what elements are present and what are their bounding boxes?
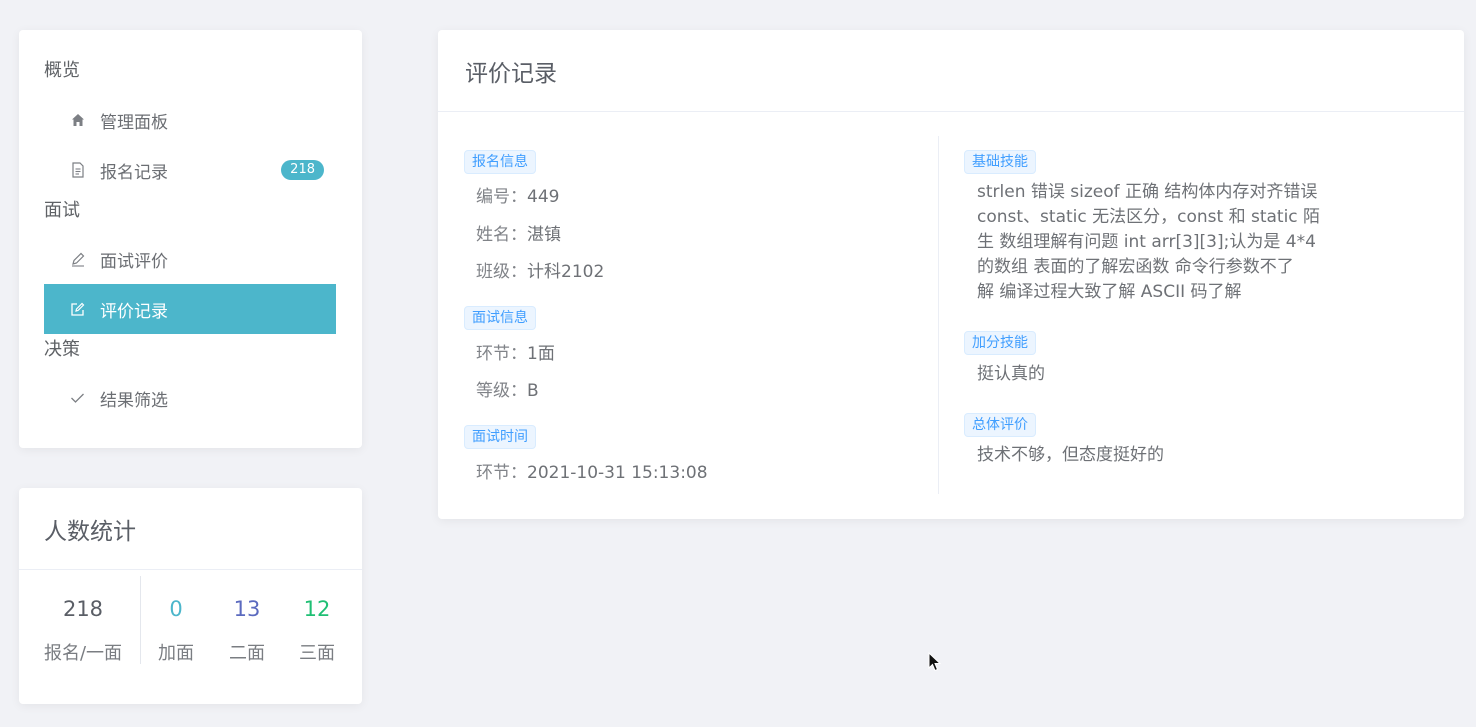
field-value: 2021-10-31 15:13:08 xyxy=(527,463,708,483)
edit-pen-icon xyxy=(69,251,86,268)
stat-label: 三面 xyxy=(299,643,335,664)
field-value: B xyxy=(527,381,539,401)
nav-item-label: 面试评价 xyxy=(100,251,168,272)
field-key: 班级： xyxy=(476,262,527,282)
basic-skills-line: const、static 无法区分，const 和 static 陌 xyxy=(977,207,1321,227)
field-round: 环节：1面 xyxy=(476,339,555,364)
stat-round2: 13 二面 xyxy=(222,597,272,665)
overall-review-text: 技术不够，但态度挺好的 xyxy=(977,445,1164,465)
tag-basic-skills: 基础技能 xyxy=(964,150,1036,174)
basic-skills-line: 的数组 表面的了解宏函数 命令行参数不了 xyxy=(977,257,1294,277)
field-class: 班级：计科2102 xyxy=(476,257,604,282)
field-value: 1面 xyxy=(527,344,555,364)
nav-item-signup-records[interactable]: 报名记录 218 xyxy=(44,145,336,195)
nav-group-overview: 概览 xyxy=(44,60,80,81)
nav-item-interview-review[interactable]: 面试评价 xyxy=(44,234,336,284)
tag-signup-info: 报名信息 xyxy=(464,150,536,174)
nav-item-result-filter[interactable]: 结果筛选 xyxy=(44,373,336,423)
signup-count-badge: 218 xyxy=(281,160,324,180)
stat-extra: 0 加面 xyxy=(151,597,201,665)
basic-skills-text: strlen 错误 sizeof 正确 结构体内存对齐错误 const、stat… xyxy=(977,180,1337,305)
field-name: 姓名：湛镇 xyxy=(476,220,561,245)
nav-item-label: 报名记录 xyxy=(100,162,168,183)
edit-square-icon xyxy=(69,301,86,318)
field-id: 编号：449 xyxy=(476,182,559,207)
stat-label: 报名/一面 xyxy=(43,643,123,664)
record-card: 评价记录 报名信息 编号：449 姓名：湛镇 班级：计科2102 面试信息 环节… xyxy=(438,30,1464,519)
nav-group-decision: 决策 xyxy=(44,339,80,360)
field-key: 编号： xyxy=(476,187,527,207)
field-key: 环节： xyxy=(476,344,527,364)
stat-round1: 218 报名/一面 xyxy=(41,597,125,665)
tag-interview-time: 面试时间 xyxy=(464,425,536,449)
stat-value: 13 xyxy=(233,597,261,621)
tag-interview-info: 面试信息 xyxy=(464,306,536,330)
bonus-skills-text: 挺认真的 xyxy=(977,364,1045,384)
tag-bonus-skills: 加分技能 xyxy=(964,331,1036,355)
nav-item-label: 结果筛选 xyxy=(100,390,168,411)
stat-label: 加面 xyxy=(158,643,194,664)
stat-label: 二面 xyxy=(229,643,265,664)
field-value: 449 xyxy=(527,187,560,207)
field-key: 姓名： xyxy=(476,225,527,245)
basic-skills-line: 解 编译过程大致了解 ASCII 码了解 xyxy=(977,282,1242,302)
basic-skills-line: 生 数组理解有问题 int arr[3][3];认为是 4*4 xyxy=(977,232,1316,252)
column-divider xyxy=(938,136,939,494)
nav-group-interview: 面试 xyxy=(44,200,80,221)
stat-value: 218 xyxy=(62,597,104,621)
field-grade: 等级：B xyxy=(476,376,539,401)
stat-value: 12 xyxy=(303,597,331,621)
field-time: 环节：2021-10-31 15:13:08 xyxy=(476,458,708,483)
basic-skills-line: strlen 错误 sizeof 正确 结构体内存对齐错误 xyxy=(977,182,1318,202)
field-value: 计科2102 xyxy=(527,262,605,282)
stats-divider xyxy=(140,576,141,664)
home-icon xyxy=(69,112,86,129)
tag-overall-review: 总体评价 xyxy=(964,413,1036,437)
stat-value: 0 xyxy=(169,597,183,621)
nav-item-label: 管理面板 xyxy=(100,112,168,133)
stats-card: 人数统计 218 报名/一面 0 加面 13 二面 12 三面 xyxy=(19,488,362,704)
nav-item-dashboard[interactable]: 管理面板 xyxy=(44,95,336,145)
record-title: 评价记录 xyxy=(438,30,1464,112)
field-key: 等级： xyxy=(476,381,527,401)
stats-title: 人数统计 xyxy=(19,488,362,570)
field-value: 湛镇 xyxy=(527,225,561,245)
document-icon xyxy=(69,162,86,179)
field-key: 环节： xyxy=(476,463,527,483)
stat-round3: 12 三面 xyxy=(292,597,342,665)
check-icon xyxy=(69,390,86,407)
nav-item-review-records[interactable]: 评价记录 xyxy=(44,284,336,334)
nav-card: 概览 管理面板 报名记录 218 面试 面试评价 评价记录 决策 结果筛选 xyxy=(19,30,362,448)
mouse-cursor-icon xyxy=(928,652,942,672)
nav-item-label: 评价记录 xyxy=(100,301,168,322)
